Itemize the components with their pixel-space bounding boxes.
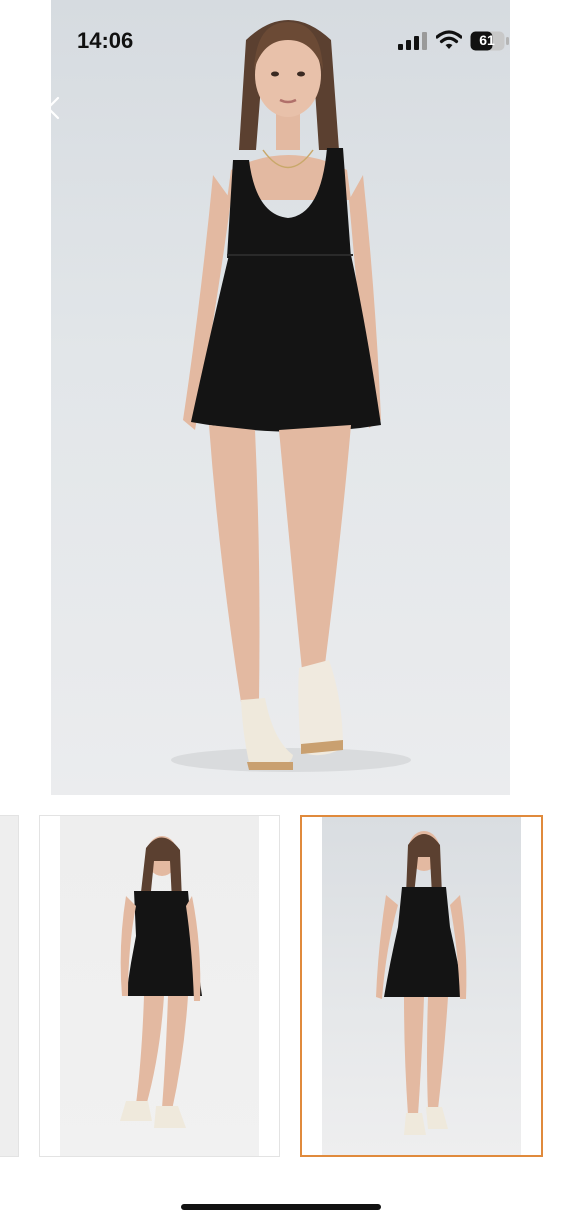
thumbnail-model-figure — [376, 831, 467, 1135]
thumbnail-model-figure — [120, 836, 202, 1128]
thumbnail-2-selected[interactable] — [300, 815, 543, 1157]
main-product-image[interactable] — [51, 0, 510, 795]
wifi-icon — [436, 30, 462, 49]
battery-level: 61 — [479, 32, 495, 48]
home-indicator — [181, 1204, 381, 1210]
status-time: 14:06 — [77, 28, 134, 53]
close-icon — [36, 96, 60, 120]
status-bar: 14:06 61 — [0, 0, 562, 84]
thumbnail-1[interactable] — [39, 815, 280, 1157]
thumbnail-image — [322, 817, 521, 1155]
model-figure — [171, 20, 411, 772]
signal-icon — [398, 32, 427, 50]
thumbnail-partial[interactable] — [0, 815, 19, 1157]
close-button[interactable] — [34, 94, 62, 122]
thumbnail-image — [0, 816, 18, 1156]
thumbnail-image — [60, 816, 259, 1156]
